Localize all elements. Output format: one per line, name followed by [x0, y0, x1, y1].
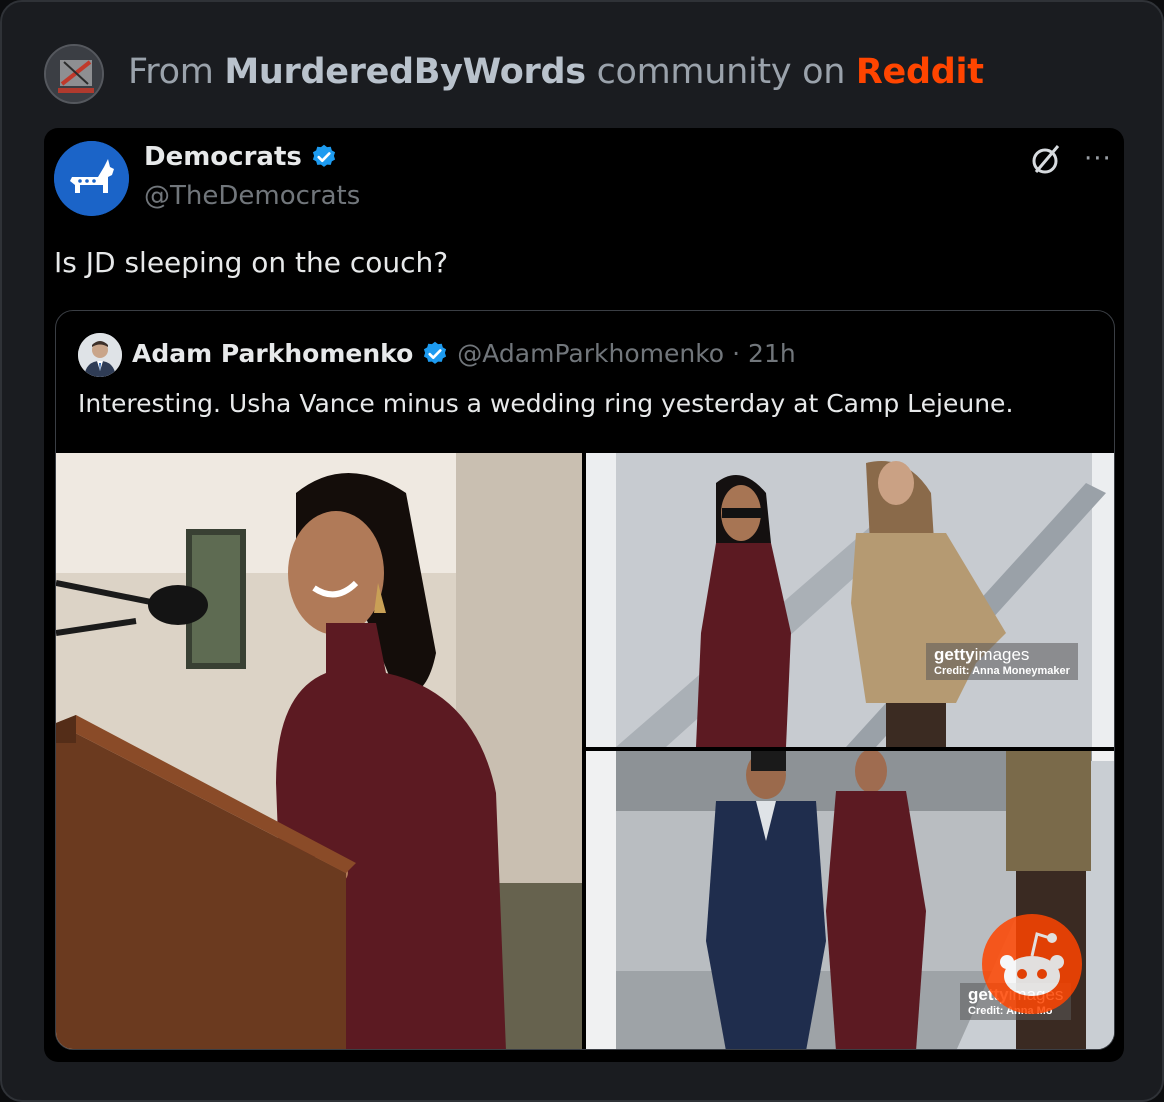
author-handle[interactable]: @TheDemocrats [144, 181, 360, 211]
author-name-row[interactable]: Democrats [144, 142, 338, 172]
person-avatar-icon [78, 333, 122, 377]
quoted-tweet[interactable]: Adam Parkhomenko @AdamParkhomenko · 21h … [55, 310, 1115, 1050]
quoted-author-handle[interactable]: @AdamParkhomenko [457, 339, 724, 368]
community-avatar[interactable] [44, 44, 104, 104]
airplane-photo-illustration [586, 453, 1114, 747]
quoted-author-avatar[interactable] [78, 333, 122, 377]
quoted-header: Adam Parkhomenko @AdamParkhomenko · 21h [132, 339, 796, 368]
verified-badge-icon [312, 144, 335, 167]
platform-name[interactable]: Reddit [856, 52, 984, 92]
reddit-snoo-icon [1000, 932, 1064, 996]
header-prefix: From [128, 52, 214, 92]
photo-airplane-stairs[interactable]: gettyimages Credit: Anna Moneymaker [586, 453, 1114, 747]
donkey-logo-icon [54, 141, 129, 216]
author-name[interactable]: Democrats [144, 142, 302, 172]
tweet-card[interactable]: Democrats @TheDemocrats ··· Is JD sleepi… [44, 128, 1124, 1062]
verified-badge-icon [424, 341, 447, 364]
share-header: From MurderedByWords community on Reddit [128, 52, 984, 92]
quoted-author-name[interactable]: Adam Parkhomenko [132, 339, 413, 368]
getty-brand-thin: images [974, 645, 1030, 664]
header-middle: community on [596, 52, 846, 92]
quoted-text: Interesting. Usha Vance minus a wedding … [78, 389, 1014, 418]
photo-credit: Credit: Anna Moneymaker [934, 664, 1070, 677]
community-name[interactable]: MurderedByWords [224, 52, 586, 92]
photo-podium[interactable] [56, 453, 582, 1049]
more-icon[interactable]: ··· [1084, 144, 1112, 174]
grok-icon[interactable] [1028, 142, 1064, 178]
tweet-text: Is JD sleeping on the couch? [54, 246, 449, 279]
author-avatar[interactable] [54, 141, 129, 216]
meta-separator: · [732, 339, 741, 368]
quoted-time[interactable]: 21h [748, 339, 796, 368]
share-card: From MurderedByWords community on Reddit… [0, 0, 1164, 1102]
getty-brand: getty [934, 645, 975, 664]
reddit-logo-icon [982, 914, 1082, 1014]
podium-photo-illustration [56, 453, 582, 1049]
murderedbywords-avatar-icon [46, 46, 102, 102]
getty-watermark: gettyimages Credit: Anna Moneymaker [926, 643, 1078, 680]
